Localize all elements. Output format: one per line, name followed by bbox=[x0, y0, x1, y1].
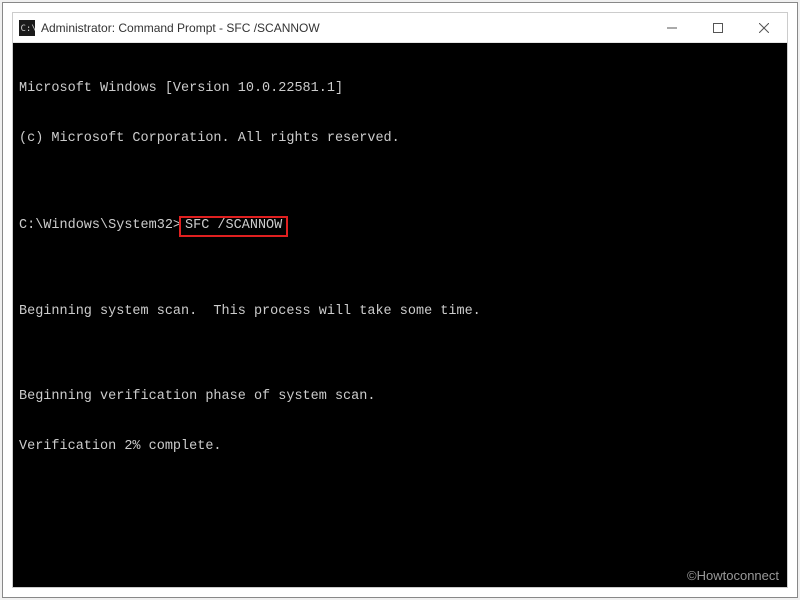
command-prompt-window: C:\ Administrator: Command Prompt - SFC … bbox=[12, 12, 788, 588]
window-title: Administrator: Command Prompt - SFC /SCA… bbox=[41, 21, 649, 35]
screenshot-border: C:\ Administrator: Command Prompt - SFC … bbox=[2, 2, 798, 598]
svg-text:C:\: C:\ bbox=[21, 24, 36, 34]
version-line: Microsoft Windows [Version 10.0.22581.1] bbox=[19, 81, 781, 98]
verification-phase-line: Beginning verification phase of system s… bbox=[19, 389, 781, 406]
watermark: ©Howtoconnect bbox=[687, 568, 779, 583]
command-text: SFC /SCANNOW bbox=[185, 218, 282, 233]
copyright-line: (c) Microsoft Corporation. All rights re… bbox=[19, 131, 781, 148]
prompt-line: C:\Windows\System32> SFC /SCANNOW bbox=[19, 216, 781, 237]
titlebar[interactable]: C:\ Administrator: Command Prompt - SFC … bbox=[13, 13, 787, 43]
cmd-icon: C:\ bbox=[19, 20, 35, 36]
command-highlight: SFC /SCANNOW bbox=[179, 216, 288, 237]
window-controls bbox=[649, 13, 787, 42]
minimize-button[interactable] bbox=[649, 13, 695, 42]
close-button[interactable] bbox=[741, 13, 787, 42]
maximize-button[interactable] bbox=[695, 13, 741, 42]
scan-begin-line: Beginning system scan. This process will… bbox=[19, 304, 781, 321]
prompt-path: C:\Windows\System32> bbox=[19, 218, 181, 235]
verification-progress-line: Verification 2% complete. bbox=[19, 439, 781, 456]
terminal-output[interactable]: Microsoft Windows [Version 10.0.22581.1]… bbox=[13, 43, 787, 587]
